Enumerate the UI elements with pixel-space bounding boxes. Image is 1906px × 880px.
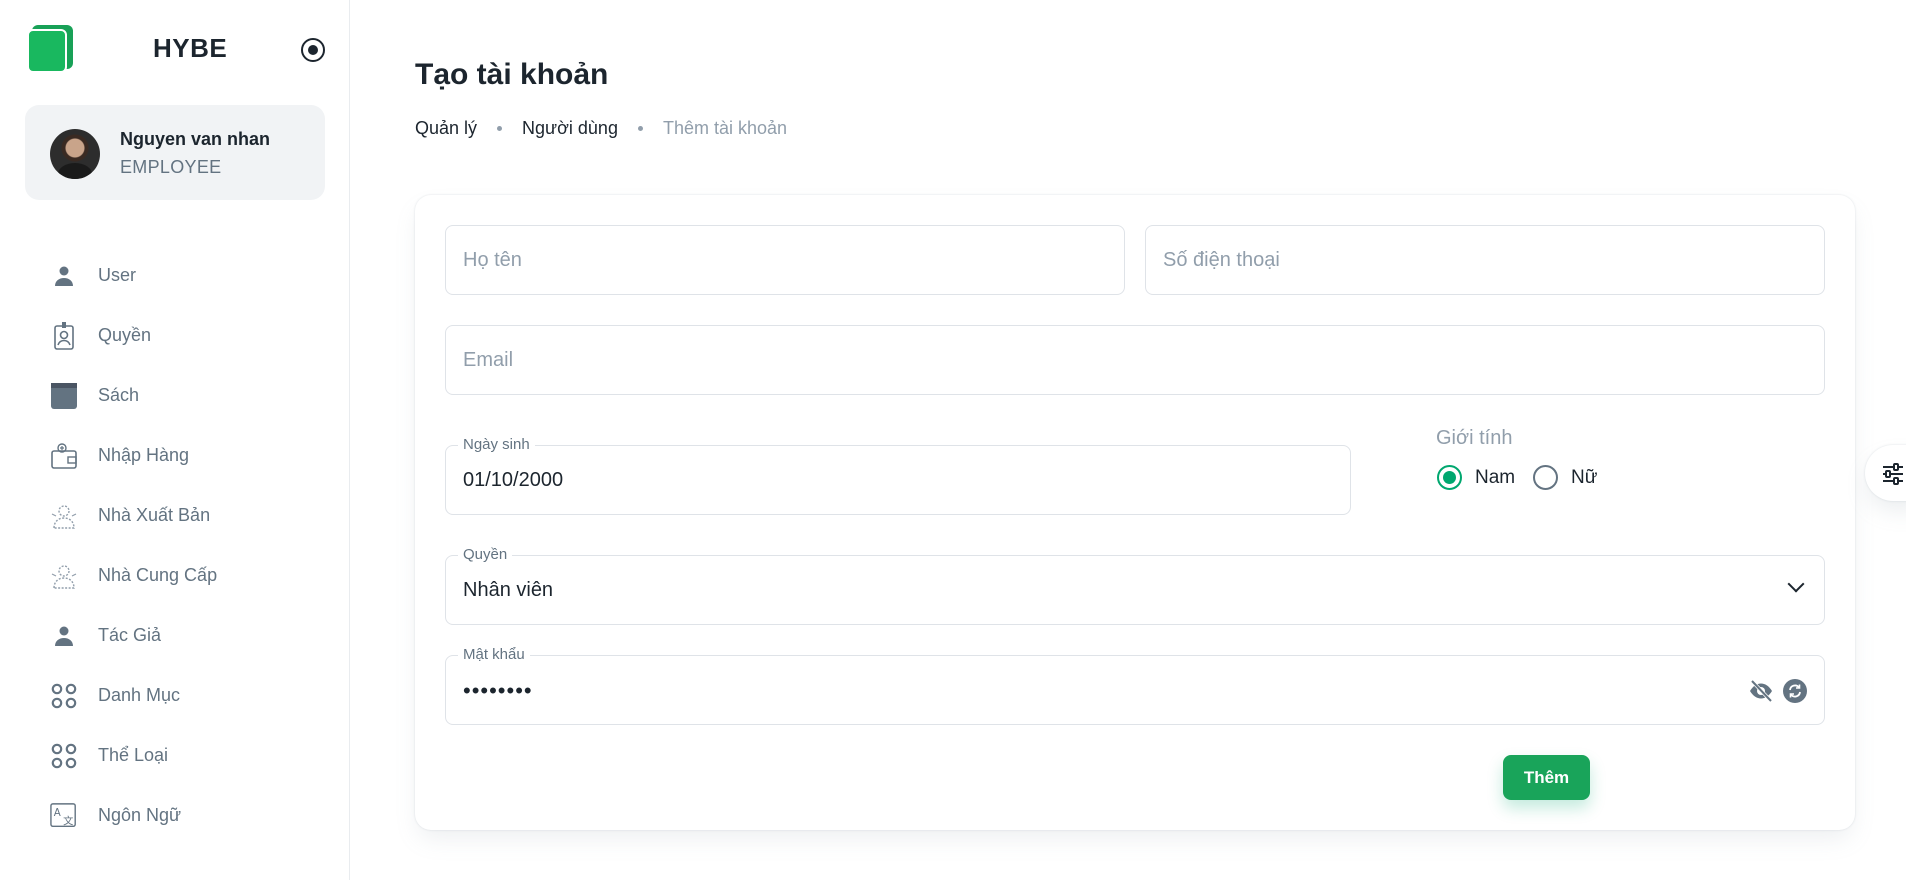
phone-placeholder: Số điện thoại — [1163, 249, 1280, 271]
gender-label: Giới tính — [1436, 427, 1513, 449]
sidebar-item-label: Ngôn Ngữ — [98, 805, 182, 825]
full-name-placeholder: Họ tên — [463, 249, 522, 271]
sidebar-item-label: Thể Loại — [98, 745, 169, 765]
birthday-label: Ngày sinh — [458, 436, 535, 453]
category-grid-icon — [50, 682, 78, 710]
role-label: Quyền — [458, 546, 513, 563]
breadcrumb-separator — [497, 126, 503, 131]
sidebar-toggle-icon[interactable] — [301, 38, 325, 62]
breadcrumb-item-quan-ly[interactable]: Quản lý — [415, 118, 477, 139]
svg-text:A: A — [54, 807, 61, 819]
sidebar-item-label: Sách — [98, 385, 140, 405]
phone-field[interactable]: Số điện thoại — [1145, 225, 1825, 295]
svg-text:文: 文 — [63, 814, 73, 827]
sliders-icon — [1883, 463, 1903, 485]
email-field[interactable]: Email — [445, 325, 1825, 395]
radio-unchecked-icon — [1533, 465, 1558, 490]
user-name: Nguyen van nhan — [120, 129, 271, 149]
sidebar-item-danh-muc[interactable]: Danh Mục — [30, 670, 320, 720]
birthday-field[interactable]: Ngày sinh 01/10/2000 — [445, 436, 1351, 515]
sidebar-item-label: Tác Giả — [98, 625, 162, 645]
sidebar-item-sach[interactable]: Sách — [30, 370, 320, 420]
sidebar-item-label: Quyền — [98, 325, 152, 345]
sidebar-item-label: User — [98, 265, 137, 285]
page-title: Tạo tài khoản — [415, 58, 609, 91]
badge-icon — [50, 322, 78, 350]
wallet-import-icon — [50, 442, 78, 470]
sidebar-item-ngon-ngu[interactable]: A文 Ngôn Ngữ — [30, 790, 320, 840]
sidebar-item-nhap-hang[interactable]: Nhập Hàng — [30, 430, 320, 480]
publisher-icon — [50, 502, 78, 530]
brand-name: HYBE — [153, 33, 228, 63]
password-value: •••••••• — [463, 678, 533, 703]
sidebar-item-label: Nhập Hàng — [98, 445, 190, 465]
submit-button[interactable]: Thêm — [1503, 755, 1590, 800]
password-label: Mật khẩu — [458, 646, 530, 663]
refresh-icon[interactable] — [1782, 678, 1808, 704]
sidebar-item-label: Nhà Xuất Bản — [98, 505, 211, 525]
sidebar-item-nha-xuat-ban[interactable]: Nhà Xuất Bản — [30, 490, 320, 540]
radio-checked-icon — [1437, 465, 1462, 490]
sidebar-item-label: Nhà Cung Cấp — [98, 565, 218, 585]
gender-option-label: Nữ — [1571, 466, 1598, 488]
full-name-field[interactable]: Họ tên — [445, 225, 1125, 295]
chevron-down-icon[interactable] — [1787, 575, 1805, 593]
gender-radio-nam[interactable]: Nam — [1437, 465, 1515, 490]
supplier-icon — [50, 562, 78, 590]
sidebar-item-label: Danh Mục — [98, 685, 181, 705]
create-account-form: Họ tên Số điện thoại Email Ngày sinh 01/… — [415, 195, 1855, 830]
sidebar: HYBE Nguyen van nhan EMPLOYEE User Quyền… — [0, 0, 350, 880]
main-content: Tạo tài khoản Quản lý Người dùng Thêm tà… — [350, 0, 1906, 880]
breadcrumb-current: Thêm tài khoản — [662, 118, 788, 138]
breadcrumb-separator — [637, 126, 643, 131]
sidebar-item-user[interactable]: User — [30, 250, 320, 300]
sidebar-item-tac-gia[interactable]: Tác Giả — [30, 610, 320, 660]
eye-off-icon[interactable] — [1748, 678, 1774, 704]
gender-radio-nu[interactable]: Nữ — [1533, 465, 1597, 490]
user-card[interactable]: Nguyen van nhan EMPLOYEE — [25, 105, 325, 200]
user-role: EMPLOYEE — [120, 157, 222, 177]
role-select[interactable]: Quyền Nhân viên — [445, 546, 1825, 625]
sidebar-item-nha-cung-cap[interactable]: Nhà Cung Cấp — [30, 550, 320, 600]
sidebar-item-quyen[interactable]: Quyền — [30, 310, 320, 360]
breadcrumb-item-nguoi-dung[interactable]: Người dùng — [522, 118, 618, 139]
language-icon: A文 — [50, 802, 78, 830]
book-icon — [50, 382, 78, 410]
password-field[interactable]: Mật khẩu •••••••• — [445, 646, 1825, 725]
breadcrumb: Quản lý Người dùng Thêm tài khoản — [415, 118, 787, 139]
author-icon — [50, 622, 78, 650]
genre-grid-icon — [50, 742, 78, 770]
user-icon — [50, 262, 78, 290]
gender-option-label: Nam — [1475, 466, 1516, 488]
role-value: Nhân viên — [463, 579, 554, 601]
logo-icon[interactable] — [27, 25, 73, 73]
avatar — [50, 129, 100, 179]
sidebar-item-the-loai[interactable]: Thể Loại — [30, 730, 320, 780]
email-placeholder: Email — [463, 349, 514, 371]
birthday-value: 01/10/2000 — [463, 469, 564, 491]
